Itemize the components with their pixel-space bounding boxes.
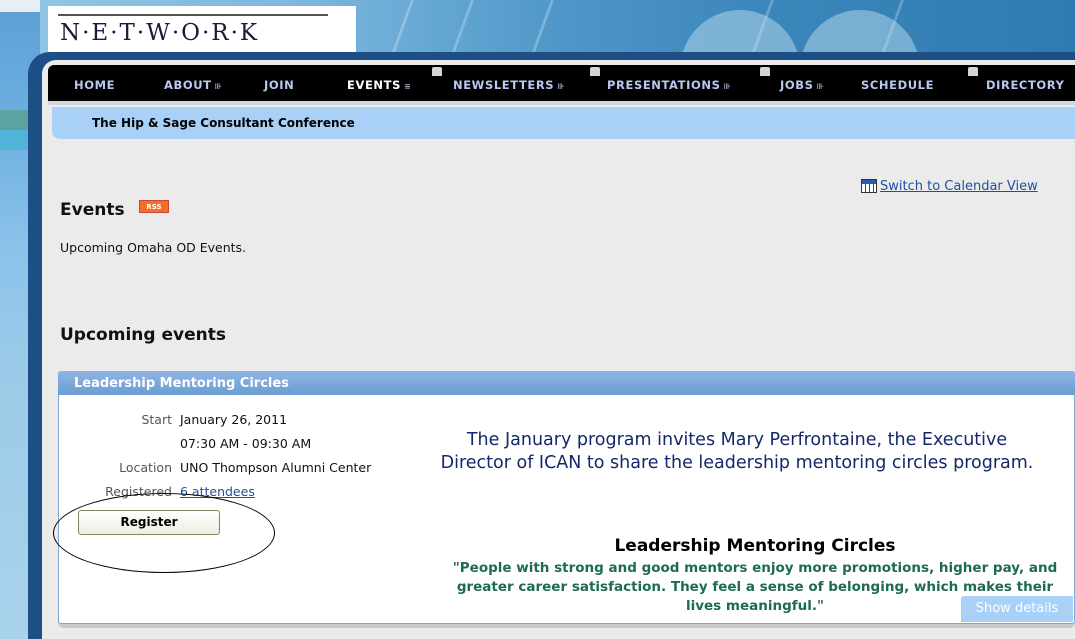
banner-stripe [449, 0, 474, 60]
location-label: Location [119, 460, 172, 475]
banner-stripe [389, 0, 414, 60]
lock-icon [968, 67, 978, 76]
annotation-circle [53, 493, 275, 573]
nav-item-schedule[interactable]: SCHEDULE [861, 78, 934, 92]
nav-item-events[interactable]: EVENTS ≡ [347, 78, 411, 92]
submenu-arrow-icon: ⊪ [557, 82, 566, 91]
nav-item-newsletters[interactable]: NEWSLETTERS ⊪ [453, 78, 565, 92]
nav-item-presentations[interactable]: PRESENTATIONS ⊪ [607, 78, 731, 92]
nav-item-label: HOME [74, 78, 116, 92]
main-nav: HOME ABOUT ⊪ JOIN EVENTS ≡ NEWSLETTERS ⊪ PR… [48, 65, 1075, 105]
nav-item-label: EVENTS [347, 78, 401, 92]
submenu-arrow-icon: ⊪ [816, 82, 825, 91]
event-location: UNO Thompson Alumni Center [180, 460, 372, 475]
page-description: Upcoming Omaha OD Events. [60, 240, 247, 255]
nav-item-directory[interactable]: DIRECTORY [986, 78, 1065, 92]
calendar-icon[interactable] [861, 179, 877, 193]
nav-item-label: JOIN [264, 78, 295, 92]
nav-item-label: DIRECTORY [986, 78, 1065, 92]
lock-icon [432, 67, 442, 76]
nav-item-label: JOBS [780, 78, 814, 92]
submenu-arrow-icon: ⊪ [214, 82, 223, 91]
nav-item-label: PRESENTATIONS [607, 78, 721, 92]
section-title: Upcoming events [60, 325, 226, 345]
menu-icon: ≡ [403, 82, 412, 91]
nav-item-jobs[interactable]: JOBS ⊪ [780, 78, 824, 92]
nav-item-home[interactable]: HOME [74, 78, 115, 92]
lock-icon [760, 67, 770, 76]
submenu-arrow-icon: ⊪ [723, 82, 732, 91]
nav-item-about[interactable]: ABOUT ⊪ [164, 78, 223, 92]
event-start-date: January 26, 2011 [180, 412, 288, 427]
site-logo[interactable]: N·E·T·W·O·R·K [60, 20, 259, 46]
nav-item-label: SCHEDULE [861, 78, 935, 92]
nav-item-label: NEWSLETTERS [453, 78, 555, 92]
event-title[interactable]: Leadership Mentoring Circles [74, 376, 289, 391]
rss-icon[interactable]: RSS [139, 200, 169, 213]
subnav-item-conference[interactable]: The Hip & Sage Consultant Conference [92, 116, 355, 130]
event-time: 07:30 AM - 09:30 AM [180, 436, 312, 451]
left-decoration-top [0, 0, 40, 12]
nav-item-join[interactable]: JOIN [264, 78, 294, 92]
show-details-button[interactable]: Show details [961, 596, 1073, 622]
nav-item-label: ABOUT [164, 78, 212, 92]
switch-calendar-view-link[interactable]: Switch to Calendar View [880, 179, 1038, 194]
lock-icon [590, 67, 600, 76]
start-label: Start [141, 412, 172, 427]
event-summary: The January program invites Mary Perfron… [440, 430, 1034, 473]
event-heading: Leadership Mentoring Circles [614, 536, 896, 556]
logo-rule [58, 14, 328, 16]
banner-stripe [529, 0, 554, 60]
page-title: Events [60, 200, 125, 220]
